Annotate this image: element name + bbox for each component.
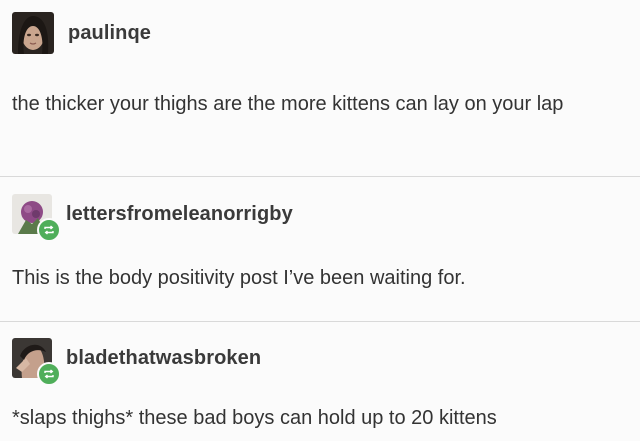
divider — [0, 176, 640, 177]
reblog-icon — [37, 218, 61, 242]
username[interactable]: paulinqe — [68, 22, 151, 45]
avatar[interactable] — [12, 12, 54, 54]
post-text: *slaps thighs* these bad boys can hold u… — [12, 407, 497, 429]
divider — [0, 321, 640, 322]
username[interactable]: lettersfromeleanorrigby — [66, 203, 293, 226]
post-text: the thicker your thighs are the more kit… — [12, 93, 564, 115]
post-1-header: paulinqe — [12, 12, 151, 54]
username[interactable]: bladethatwasbroken — [66, 347, 261, 370]
avatar[interactable] — [12, 338, 61, 386]
avatar[interactable] — [12, 194, 61, 242]
post-2-header: lettersfromeleanorrigby — [12, 194, 293, 242]
post-3-header: bladethatwasbroken — [12, 338, 261, 386]
reblog-icon — [37, 362, 61, 386]
post-text: This is the body positivity post I’ve be… — [12, 267, 466, 289]
